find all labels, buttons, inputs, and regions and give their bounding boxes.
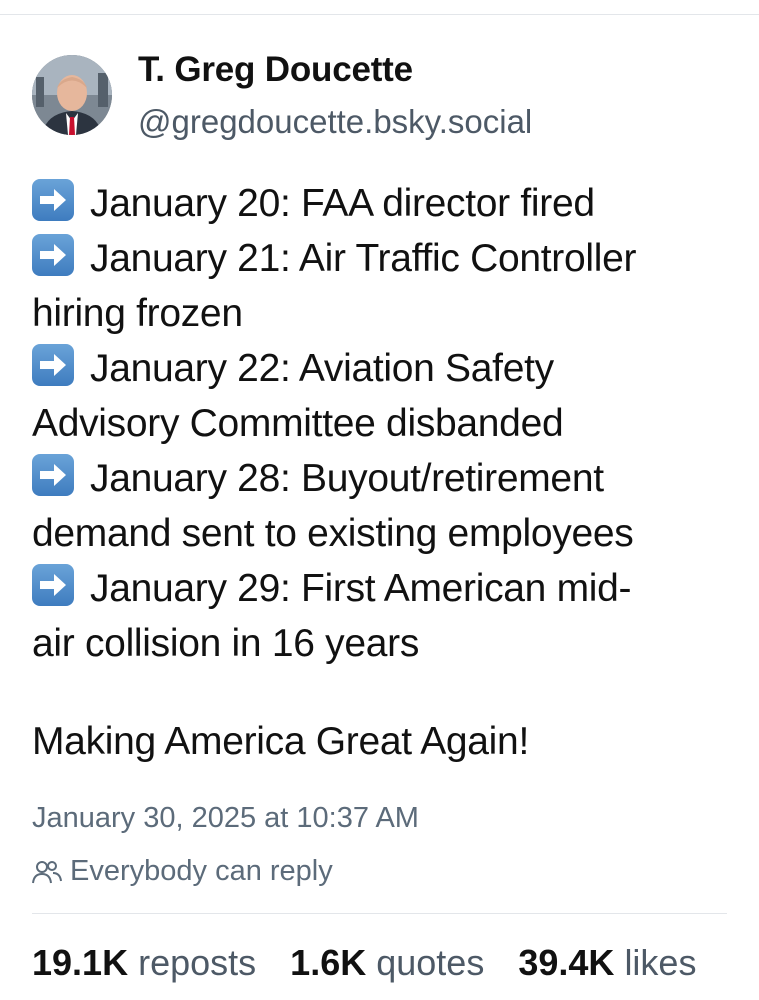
reply-setting-label: Everybody can reply (70, 855, 333, 887)
right-arrow-icon (32, 454, 74, 496)
quotes-label: quotes (376, 942, 485, 983)
author-display-name[interactable]: T. Greg Doucette (138, 50, 413, 90)
post-line: January 20: FAA director fired (32, 176, 742, 231)
reposts-count: 19.1K (32, 942, 129, 983)
post-line: January 21: Air Traffic Controller (32, 231, 742, 286)
likes-count: 39.4K (518, 942, 615, 983)
author-avatar[interactable] (32, 55, 112, 135)
post-line-text: January 21: Air Traffic Controller (90, 237, 637, 280)
post-line: January 22: Aviation Safety (32, 341, 742, 396)
quotes-count: 1.6K (290, 942, 367, 983)
stats-divider (32, 913, 727, 914)
likes-stat[interactable]: 39.4K likes (518, 942, 696, 984)
reposts-stat[interactable]: 19.1K reposts (32, 942, 256, 984)
post-line: Advisory Committee disbanded (32, 396, 742, 451)
post-line-text: January 28: Buyout/retirement (90, 457, 604, 500)
profile-photo-icon (32, 55, 112, 135)
top-divider (0, 0, 759, 15)
author-handle[interactable]: @gregdoucette.bsky.social (138, 103, 532, 141)
post-line-text: demand sent to existing employees (32, 512, 634, 555)
post-line: hiring frozen (32, 286, 742, 341)
right-arrow-icon (32, 234, 74, 276)
post-closing-line: Making America Great Again! (32, 720, 529, 763)
people-icon (32, 861, 62, 884)
quotes-stat[interactable]: 1.6K quotes (290, 942, 484, 984)
right-arrow-icon (32, 179, 74, 221)
post-line: January 29: First American mid- (32, 561, 742, 616)
post-timestamp[interactable]: January 30, 2025 at 10:37 AM (32, 802, 419, 835)
reposts-label: reposts (138, 942, 257, 983)
right-arrow-icon (32, 564, 74, 606)
post-line: demand sent to existing employees (32, 506, 742, 561)
post-line: air collision in 16 years (32, 616, 742, 671)
post-body: January 20: FAA director fired January 21… (32, 176, 742, 671)
post-line-text: January 20: FAA director fired (90, 182, 595, 225)
post-line-text: air collision in 16 years (32, 622, 420, 665)
reply-setting: Everybody can reply (32, 855, 333, 888)
post-line-text: Advisory Committee disbanded (32, 402, 564, 445)
post-line: January 28: Buyout/retirement (32, 451, 742, 506)
post-line-text: January 22: Aviation Safety (90, 347, 554, 390)
likes-label: likes (624, 942, 697, 983)
post-line-text: January 29: First American mid- (90, 567, 632, 610)
right-arrow-icon (32, 344, 74, 386)
post-stats: 19.1K reposts 1.6K quotes 39.4K likes (32, 942, 696, 984)
post-line-text: hiring frozen (32, 292, 243, 335)
